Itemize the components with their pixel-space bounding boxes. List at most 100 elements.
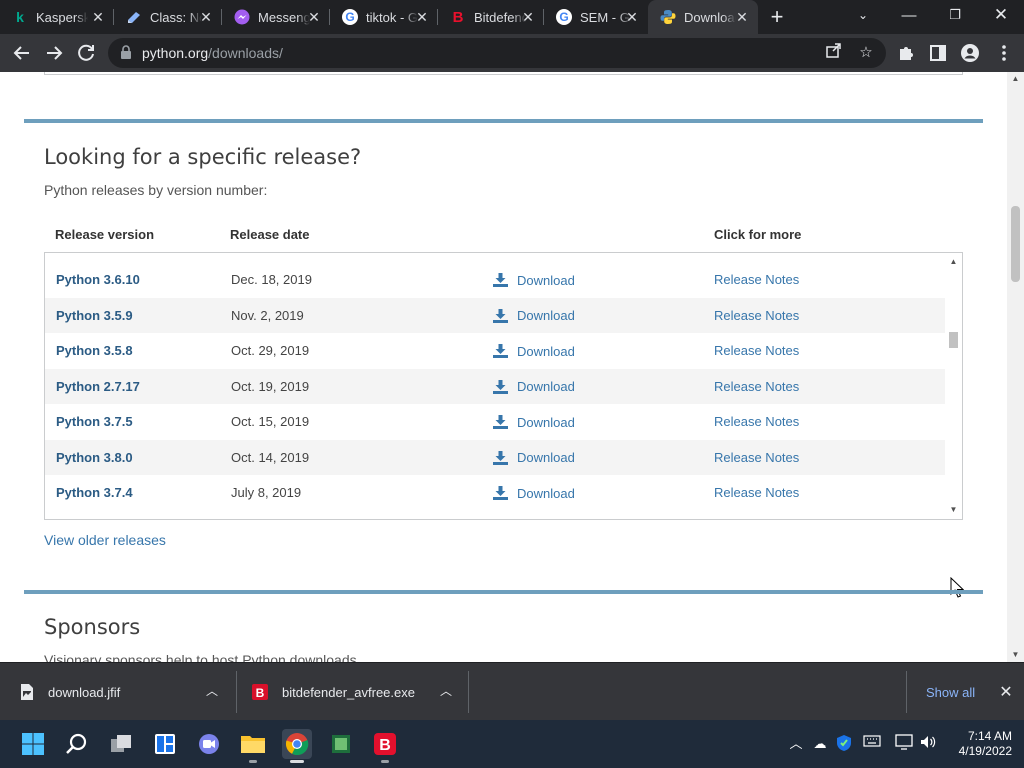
show-all-button[interactable]: Show all (926, 685, 975, 700)
release-version-link[interactable]: Python 3.5.8 (56, 343, 133, 358)
download-link[interactable]: Download (493, 342, 575, 360)
release-version-link[interactable]: Python 3.7.5 (56, 414, 133, 429)
tab-bitdefender[interactable]: B Bitdefender ✕ (438, 0, 544, 34)
bookmark-star-icon[interactable]: ☆ (854, 41, 878, 65)
release-version-link[interactable]: Python 3.5.9 (56, 308, 133, 323)
scrollbar-thumb[interactable] (1011, 206, 1020, 282)
release-list-scrollbar[interactable]: ▲ ▼ (945, 253, 962, 519)
view-older-releases-link[interactable]: View older releases (44, 532, 166, 548)
release-notes-link[interactable]: Release Notes (714, 379, 799, 394)
back-button[interactable] (8, 39, 36, 67)
tab-title: Class: Notes (150, 9, 202, 25)
volume-icon[interactable] (918, 734, 938, 754)
close-window-button[interactable]: ✕ (978, 0, 1024, 30)
download-link[interactable]: Download (493, 378, 575, 396)
mouse-cursor-icon (950, 577, 964, 598)
release-list[interactable]: Python 3.6.10 Dec. 18, 2019 Download Releas… (44, 252, 963, 520)
search-button[interactable] (62, 729, 92, 759)
tab-python-downloads[interactable]: Download ✕ (648, 0, 758, 34)
release-row: Python 3.7.4 July 8, 2019 Download Release … (45, 475, 945, 511)
minimize-button[interactable]: — (886, 0, 932, 30)
release-version-link[interactable]: Python 3.7.4 (56, 485, 133, 500)
bitdefender-button[interactable]: B (370, 729, 400, 763)
task-view-button[interactable] (106, 729, 136, 759)
download-icon (493, 344, 508, 358)
download-link[interactable]: Download (493, 413, 575, 431)
app-button[interactable] (326, 729, 356, 759)
scroll-up-arrow-icon[interactable]: ▲ (945, 255, 962, 269)
download-link[interactable]: Download (493, 307, 575, 325)
clock-time: 7:14 AM (967, 729, 1012, 743)
scroll-down-arrow-icon[interactable]: ▼ (945, 503, 962, 517)
close-tab-icon[interactable]: ✕ (90, 9, 106, 25)
download-icon (493, 450, 508, 465)
widgets-button[interactable] (150, 729, 180, 759)
scroll-up-arrow-icon[interactable]: ▲ (1007, 72, 1024, 86)
extensions-button[interactable] (892, 39, 920, 67)
display-icon[interactable] (894, 734, 914, 754)
reload-button[interactable] (72, 39, 100, 67)
start-button[interactable] (18, 729, 48, 759)
tab-search-button[interactable]: ⌄ (840, 0, 886, 30)
chrome-button[interactable] (282, 729, 312, 763)
tab-messenger[interactable]: Messenger ✕ (222, 0, 330, 34)
chevron-up-icon[interactable]: ︿ (204, 683, 220, 699)
section-divider (24, 590, 983, 594)
release-notes-link[interactable]: Release Notes (714, 414, 799, 429)
release-notes-link[interactable]: Release Notes (714, 450, 799, 465)
close-tab-icon[interactable]: ✕ (624, 9, 640, 25)
new-tab-button[interactable]: + (764, 4, 790, 30)
download-link[interactable]: Download (493, 449, 575, 467)
release-notes-link[interactable]: Release Notes (714, 485, 799, 500)
release-notes-link[interactable]: Release Notes (714, 272, 799, 287)
file-explorer-button[interactable] (238, 729, 268, 763)
tab-title: Kaspersky (36, 9, 88, 25)
release-version-link[interactable]: Python 2.7.17 (56, 379, 140, 394)
teams-chat-button[interactable] (194, 729, 224, 759)
download-icon (493, 273, 508, 287)
profile-icon (961, 44, 979, 62)
close-tab-icon[interactable]: ✕ (306, 9, 322, 25)
release-version-link[interactable]: Python 3.6.10 (56, 272, 140, 287)
scrollbar-thumb[interactable] (949, 332, 958, 348)
tab-sem-google[interactable]: G SEM - Google ✕ (544, 0, 648, 34)
download-item[interactable]: download.jfif ︿ (0, 663, 236, 721)
keyboard-icon[interactable] (862, 734, 882, 754)
profile-button[interactable] (956, 39, 984, 67)
chevron-up-icon[interactable]: ︿ (438, 683, 454, 699)
side-panel-button[interactable] (924, 39, 952, 67)
close-tab-icon[interactable]: ✕ (198, 9, 214, 25)
download-item[interactable]: B bitdefender_avfree.exe ︿ (236, 663, 468, 721)
download-icon (493, 486, 508, 500)
close-tab-icon[interactable]: ✕ (414, 9, 430, 25)
page-scrollbar[interactable]: ▲ ▼ (1007, 72, 1024, 662)
release-version-link[interactable]: Python 3.8.0 (56, 450, 133, 465)
release-notes-link[interactable]: Release Notes (714, 343, 799, 358)
menu-button[interactable] (990, 39, 1018, 67)
taskbar-clock[interactable]: 7:14 AM 4/19/2022 (944, 729, 1012, 759)
address-bar[interactable]: python.org/downloads/ ☆ (108, 38, 886, 68)
close-tab-icon[interactable]: ✕ (520, 9, 536, 25)
network-icon[interactable]: ☁ (810, 734, 830, 754)
share-icon[interactable] (822, 41, 846, 65)
restore-button[interactable]: ❐ (932, 0, 978, 30)
close-tab-icon[interactable]: ✕ (734, 9, 750, 25)
forward-button[interactable] (40, 39, 68, 67)
security-shield-icon[interactable] (834, 734, 854, 754)
release-date: Nov. 2, 2019 (231, 307, 304, 323)
release-notes-link[interactable]: Release Notes (714, 308, 799, 323)
download-link[interactable]: Download (493, 484, 575, 502)
download-filename: download.jfif (48, 685, 121, 700)
download-label: Download (517, 379, 575, 394)
close-downloads-bar-icon[interactable]: ✕ (996, 682, 1016, 702)
tab-title: tiktok - Google (366, 9, 418, 25)
tab-kaspersky[interactable]: k Kaspersky ✕ (0, 0, 114, 34)
download-separator (468, 671, 469, 713)
tab-class-notes[interactable]: Class: Notes ✕ (114, 0, 222, 34)
section-subtitle: Python releases by version number: (44, 182, 268, 198)
release-row: Python 3.7.5 Oct. 15, 2019 Download Release… (45, 404, 945, 440)
download-link[interactable]: Download (493, 271, 575, 289)
show-hidden-icons-chevron-icon[interactable]: ︿ (786, 734, 806, 754)
tab-tiktok-google[interactable]: G tiktok - Google ✕ (330, 0, 438, 34)
scroll-down-arrow-icon[interactable]: ▼ (1007, 648, 1024, 662)
